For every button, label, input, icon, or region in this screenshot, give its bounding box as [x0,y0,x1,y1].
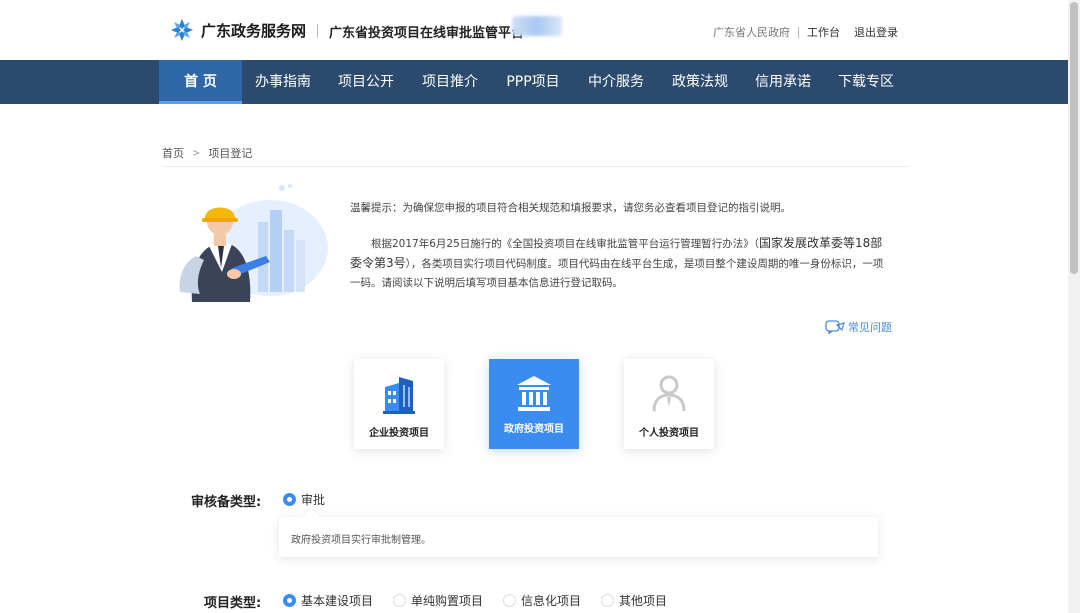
nav-item-public[interactable]: 项目公开 [329,60,403,104]
site-title[interactable]: 广东政务服务网 [201,20,306,41]
card-enterprise-project[interactable]: 企业投资项目 [354,359,444,449]
faq-link[interactable]: 常见问题 [825,319,892,335]
project-radio-other[interactable]: 其他项目 [601,592,667,609]
card-label: 企业投资项目 [369,428,429,439]
page: 广东政务服务网 广东省投资项目在线审批监管平台 广东省人民政府 工作台 退出登录… [0,0,1080,613]
breadcrumb-current: 项目登记 [208,147,253,160]
main-nav: 首 页 办事指南 项目公开 项目推介 PPP项目 中介服务 政策法规 信用承诺 … [0,60,1068,104]
chat-question-icon [825,320,845,334]
project-radio-purchase[interactable]: 单纯购置项目 [393,592,483,609]
page-scrollbar[interactable] [1068,0,1080,613]
notice-body: 根据2017年6月25日施行的《全国投资项目在线审批监管平台运行管理暂行办法》（… [350,234,890,293]
government-icon [517,376,551,411]
person-icon [652,375,686,412]
radio-unchecked-icon [601,594,614,607]
guangdong-logo-icon [171,19,193,41]
review-radio-approval[interactable]: 审批 [283,491,325,508]
notice-body-a: 根据2017年6月25日施行的《全国投资项目在线审批监管平台运行管理暂行办法》（ [371,238,760,250]
nav-item-policy[interactable]: 政策法规 [663,60,737,104]
radio-label: 基本建设项目 [301,594,374,608]
faq-label: 常见问题 [848,321,892,334]
review-tip-box: 政府投资项目实行审批制管理。 [279,517,878,557]
top-header: 广东政务服务网 广东省投资项目在线审批监管平台 广东省人民政府 工作台 退出登录 [0,0,1068,60]
blurred-badge [512,16,562,36]
platform-title: 广东省投资项目在线审批监管平台 [329,26,525,41]
radio-label: 信息化项目 [521,594,582,608]
card-government-project[interactable]: 政府投资项目 [489,359,579,449]
nav-item-agency[interactable]: 中介服务 [579,60,653,104]
card-label: 政府投资项目 [504,424,564,435]
breadcrumb: 首页 > 项目登记 [162,145,252,161]
card-label: 个人投资项目 [639,428,699,439]
breadcrumb-divider [162,166,910,167]
link-separator [798,26,799,38]
nav-item-ppp[interactable]: PPP项目 [496,60,570,104]
logout-link[interactable]: 退出登录 [854,24,898,40]
building-icon [383,377,415,414]
nav-item-home[interactable]: 首 页 [159,60,242,104]
review-tip-text: 政府投资项目实行审批制管理。 [291,535,431,546]
gov-link[interactable]: 广东省人民政府 [713,24,790,40]
card-personal-project[interactable]: 个人投资项目 [624,359,714,449]
notice-body-b: ），各类项目实行项目代码制度。项目代码由在线平台生成，是项目整个建设周期的唯一身… [350,258,884,289]
radio-label: 审批 [301,493,326,507]
project-radio-basic[interactable]: 基本建设项目 [283,592,373,609]
nav-item-guide[interactable]: 办事指南 [246,60,320,104]
review-type-label: 审核备类型: [191,495,262,510]
title-separator [317,24,318,38]
workbench-link[interactable]: 工作台 [807,24,840,40]
project-radio-it[interactable]: 信息化项目 [503,592,581,609]
nav-item-promotion[interactable]: 项目推介 [413,60,487,104]
radio-unchecked-icon [393,594,406,607]
scrollbar-thumb[interactable] [1070,2,1078,274]
nav-item-download[interactable]: 下载专区 [829,60,903,104]
radio-label: 单纯购置项目 [411,594,484,608]
breadcrumb-home[interactable]: 首页 [162,145,184,161]
notice-tip: 温馨提示：为确保您申报的项目符合相关规范和填报要求，请您务必查看项目登记的指引说… [350,202,791,214]
nav-item-credit[interactable]: 信用承诺 [746,60,820,104]
worker-illustration [179,184,328,302]
radio-label: 其他项目 [619,594,668,608]
radio-checked-icon [283,493,296,506]
radio-checked-icon [283,594,296,607]
project-type-label: 项目类型: [204,596,262,611]
radio-unchecked-icon [503,594,516,607]
breadcrumb-arrow: > [192,147,201,159]
top-links: 广东省人民政府 工作台 退出登录 [713,24,898,40]
